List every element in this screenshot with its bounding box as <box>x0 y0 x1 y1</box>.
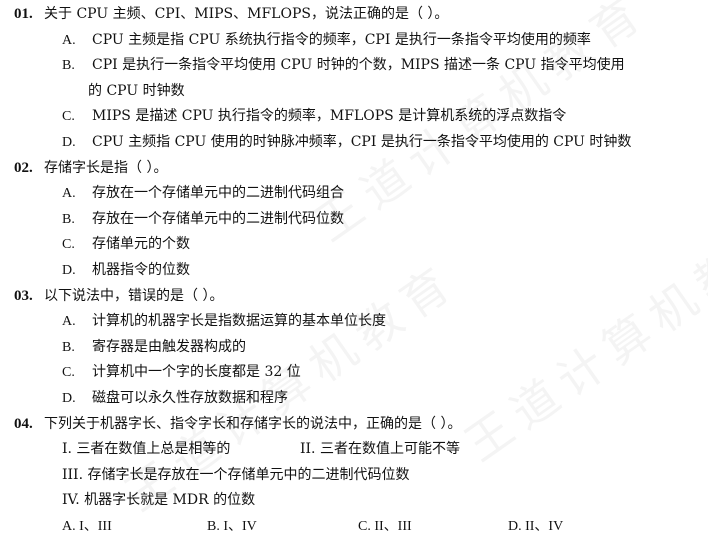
question-04: 04.下列关于机器字长、指令字长和存储字长的说法中，正确的是（ ）。 I. 三者… <box>0 412 708 539</box>
question-01: 01.关于 CPU 主频、CPI、MIPS、MFLOPS，说法正确的是（ ）。 … <box>0 0 708 156</box>
option-a[interactable]: A.存放在一个存储单元中的二进制代码组合 <box>0 181 708 207</box>
question-text: 下列关于机器字长、指令字长和存储字长的说法中，正确的是（ ）。 <box>44 416 461 432</box>
question-03: 03.以下说法中，错误的是（ ）。 A.计算机的机器字长是指数据运算的基本单位长… <box>0 284 708 412</box>
option-b[interactable]: B.CPI 是执行一条指令平均使用 CPU 时钟的个数，MIPS 描述一条 CP… <box>0 53 708 79</box>
option-text: 寄存器是由触发器构成的 <box>66 335 246 361</box>
choice-row: A. I、III B. I、IV C. II、III D. II、IV <box>0 514 708 539</box>
option-label: C. <box>62 232 75 258</box>
option-c[interactable]: C.计算机中一个字的长度都是 32 位 <box>0 360 708 386</box>
question-stem: 01.关于 CPU 主频、CPI、MIPS、MFLOPS，说法正确的是（ ）。 <box>0 2 708 28</box>
option-label: A. <box>62 309 76 335</box>
option-text: 计算机的机器字长是指数据运算的基本单位长度 <box>66 309 386 335</box>
option-b[interactable]: B.寄存器是由触发器构成的 <box>0 335 708 361</box>
statement-row: III. 存储字长是存放在一个存储单元中的二进制代码位数 <box>0 463 708 489</box>
option-text: 存放在一个存储单元中的二进制代码位数 <box>66 207 344 233</box>
option-label: B. <box>62 335 75 361</box>
question-stem: 04.下列关于机器字长、指令字长和存储字长的说法中，正确的是（ ）。 <box>0 412 708 438</box>
statement-iv: IV. 机器字长就是 MDR 的位数 <box>62 488 255 514</box>
option-text: 存放在一个存储单元中的二进制代码组合 <box>66 181 344 207</box>
option-label: A. <box>62 181 76 207</box>
choice-d[interactable]: D. II、IV <box>508 514 563 539</box>
option-text: MIPS 是描述 CPU 执行指令的频率，MFLOPS 是计算机系统的浮点数指令 <box>66 104 566 130</box>
option-d[interactable]: D.CPU 主频指 CPU 使用的时钟脉冲频率，CPI 是执行一条指令平均使用的… <box>0 130 708 156</box>
option-d[interactable]: D.机器指令的位数 <box>0 258 708 284</box>
option-text: 计算机中一个字的长度都是 32 位 <box>66 360 301 386</box>
option-c[interactable]: C.存储单元的个数 <box>0 232 708 258</box>
option-a[interactable]: A.CPU 主频是指 CPU 系统执行指令的频率，CPI 是执行一条指令平均使用… <box>0 28 708 54</box>
question-number: 02. <box>14 156 44 182</box>
option-c[interactable]: C.MIPS 是描述 CPU 执行指令的频率，MFLOPS 是计算机系统的浮点数… <box>0 104 708 130</box>
option-label: B. <box>62 207 75 233</box>
option-d[interactable]: D.磁盘可以永久性存放数据和程序 <box>0 386 708 412</box>
option-text: 机器指令的位数 <box>66 258 190 284</box>
question-stem: 03.以下说法中，错误的是（ ）。 <box>0 284 708 310</box>
option-label: A. <box>62 28 76 54</box>
option-text: CPU 主频是指 CPU 系统执行指令的频率，CPI 是执行一条指令平均使用的频… <box>66 28 591 54</box>
choice-c[interactable]: C. II、III <box>358 514 412 539</box>
statement-iii: III. 存储字长是存放在一个存储单元中的二进制代码位数 <box>62 463 410 489</box>
option-text: CPI 是执行一条指令平均使用 CPU 时钟的个数，MIPS 描述一条 CPU … <box>66 53 625 79</box>
option-label: D. <box>62 130 76 156</box>
option-text: 存储单元的个数 <box>66 232 190 258</box>
option-label: C. <box>62 360 75 386</box>
question-text: 以下说法中，错误的是（ ）。 <box>44 288 223 304</box>
question-text: 存储字长是指（ ）。 <box>44 160 167 176</box>
choice-a[interactable]: A. I、III <box>62 514 112 539</box>
option-label: D. <box>62 258 76 284</box>
option-text: CPU 主频指 CPU 使用的时钟脉冲频率，CPI 是执行一条指令平均使用的 C… <box>66 130 631 156</box>
option-label: B. <box>62 53 75 79</box>
question-02: 02.存储字长是指（ ）。 A.存放在一个存储单元中的二进制代码组合 B.存放在… <box>0 156 708 284</box>
statement-i: I. 三者在数值上总是相等的 <box>62 437 230 463</box>
statement-row: IV. 机器字长就是 MDR 的位数 <box>0 488 708 514</box>
statement-ii: II. 三者在数值上可能不等 <box>300 437 460 463</box>
choice-b[interactable]: B. I、IV <box>207 514 257 539</box>
option-label: C. <box>62 104 75 130</box>
question-text: 关于 CPU 主频、CPI、MIPS、MFLOPS，说法正确的是（ ）。 <box>44 6 448 22</box>
option-a[interactable]: A.计算机的机器字长是指数据运算的基本单位长度 <box>0 309 708 335</box>
option-text: 磁盘可以永久性存放数据和程序 <box>66 386 288 412</box>
option-label: D. <box>62 386 76 412</box>
option-b-continued: 的 CPU 时钟数 <box>0 79 708 105</box>
question-list: 01.关于 CPU 主频、CPI、MIPS、MFLOPS，说法正确的是（ ）。 … <box>0 0 708 539</box>
question-number: 03. <box>14 284 44 310</box>
statement-row: I. 三者在数值上总是相等的 II. 三者在数值上可能不等 <box>0 437 708 463</box>
question-number: 04. <box>14 412 44 438</box>
option-b[interactable]: B.存放在一个存储单元中的二进制代码位数 <box>0 207 708 233</box>
question-stem: 02.存储字长是指（ ）。 <box>0 156 708 182</box>
question-number: 01. <box>14 2 44 28</box>
document-page: 王道计算机教育 王道计算机教育 王道计算机教育 01.关于 CPU 主频、CPI… <box>0 0 708 528</box>
